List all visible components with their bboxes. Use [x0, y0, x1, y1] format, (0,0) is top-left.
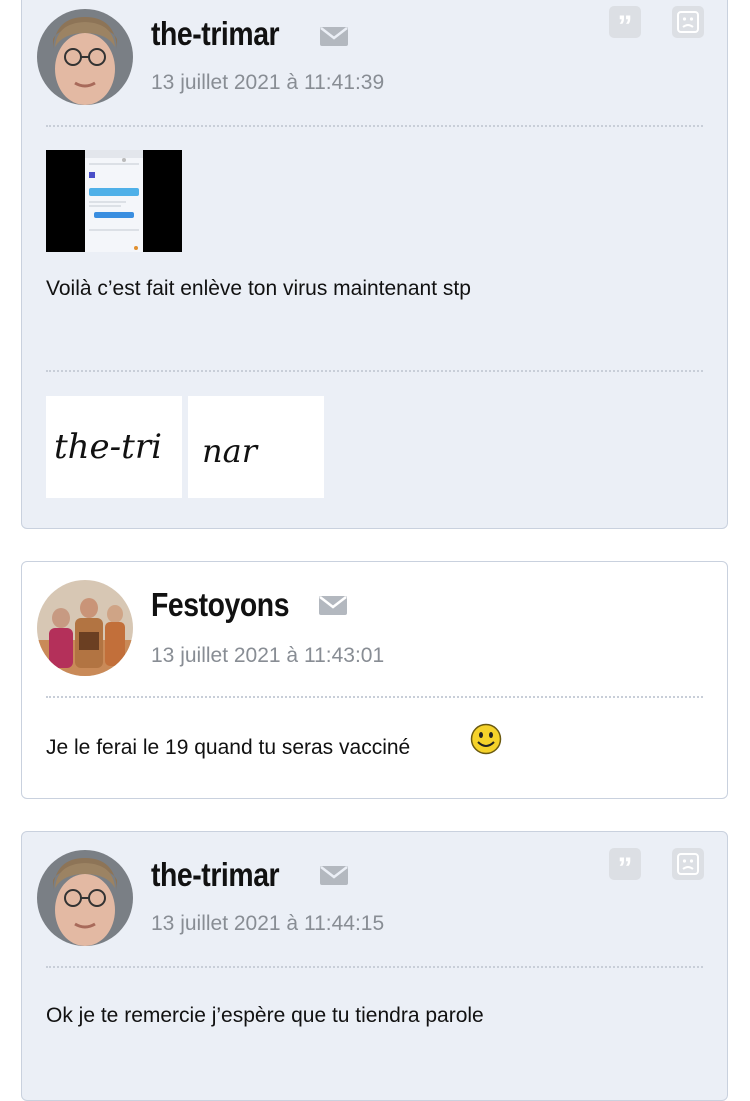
signature-image[interactable]: nar [188, 396, 324, 498]
forum-post: the-trimar 13 juillet 2021 à 11:44:15 ” … [21, 831, 728, 1101]
post-date: 13 juillet 2021 à 11:44:15 [151, 912, 385, 935]
signature-text: the-tri [54, 427, 162, 467]
avatar[interactable] [37, 9, 133, 105]
username[interactable]: Festoyons [151, 586, 289, 624]
separator [46, 370, 703, 372]
mail-icon[interactable] [319, 596, 347, 615]
avatar[interactable] [37, 850, 133, 946]
quote-icon: ” [617, 852, 633, 885]
forum-post: the-trimar 13 juillet 2021 à 11:41:39 ” [21, 0, 728, 529]
report-button[interactable] [672, 848, 704, 880]
post-message: Ok je te remercie j’espère que tu tiendr… [46, 1004, 484, 1027]
sad-face-icon [677, 853, 699, 875]
post-date: 13 juillet 2021 à 11:43:01 [151, 644, 385, 667]
signature-image[interactable]: the-tri [46, 396, 182, 498]
signature-text: nar [202, 432, 259, 470]
username[interactable]: the-trimar [151, 15, 280, 53]
quote-button[interactable]: ” [609, 6, 641, 42]
report-button[interactable] [672, 6, 704, 38]
sad-face-icon [677, 11, 699, 33]
attached-screenshot[interactable] [46, 150, 182, 252]
separator [46, 696, 703, 698]
smiley-icon [470, 723, 502, 755]
separator [46, 125, 703, 127]
quote-button[interactable]: ” [609, 848, 641, 884]
post-message: Je le ferai le 19 quand tu seras vacciné [46, 736, 411, 759]
separator [46, 966, 703, 968]
avatar[interactable] [37, 580, 133, 676]
post-message: Voilà c’est fait enlève ton virus mainte… [46, 277, 471, 300]
quote-icon: ” [617, 10, 633, 43]
username[interactable]: the-trimar [151, 856, 280, 894]
post-date: 13 juillet 2021 à 11:41:39 [151, 71, 385, 94]
mail-icon[interactable] [320, 27, 348, 46]
forum-post: Festoyons 13 juillet 2021 à 11:43:01 Je … [21, 561, 728, 799]
mail-icon[interactable] [320, 866, 348, 885]
